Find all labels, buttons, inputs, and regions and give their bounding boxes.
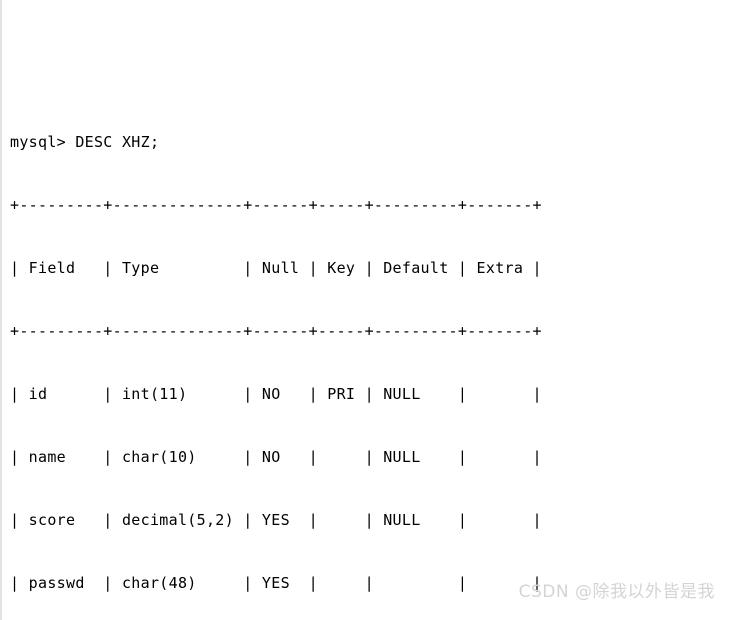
csdn-watermark: CSDN @除我以外皆是我 [518, 582, 715, 602]
table-rule-top: +---------+--------------+------+-----+-… [10, 196, 542, 214]
table-row: | score | decimal(5,2) | YES | | NULL | … [10, 511, 542, 529]
table-rule-mid: +---------+--------------+------+-----+-… [10, 322, 542, 340]
command-block-desc-original: mysql> DESC XHZ; +---------+------------… [10, 90, 542, 620]
table-row: | id | int(11) | NO | PRI | NULL | | [10, 385, 542, 403]
table-row: | passwd | char(48) | YES | | | | [10, 574, 542, 592]
table-row: | name | char(10) | NO | | NULL | | [10, 448, 542, 466]
table-header: | Field | Type | Null | Key | Default | … [10, 259, 542, 277]
terminal-window[interactable]: mysql> DESC XHZ; +---------+------------… [0, 0, 729, 620]
terminal-output: mysql> DESC XHZ; +---------+------------… [10, 6, 542, 620]
command-line[interactable]: mysql> DESC XHZ; [10, 132, 542, 153]
